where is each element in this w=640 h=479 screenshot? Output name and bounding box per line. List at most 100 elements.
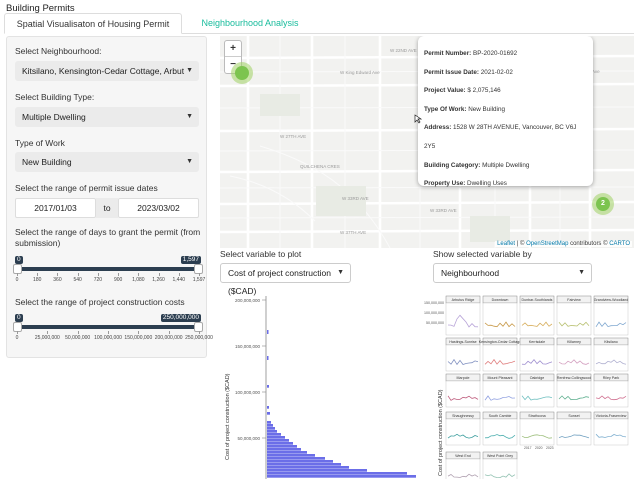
days-slider-track [17,267,199,271]
popup-row: Property Use: Dwelling Uses [424,180,507,188]
facet-title: Fairview [567,298,581,302]
y-tick-label: 100,000,000 [424,311,444,315]
y-tick-label: 50,000,000 [426,321,444,325]
facet-title: Shaughnessy [452,414,474,418]
cost-max-badge: 250,000,000 [160,314,201,322]
facet-title: Killarney [567,340,581,344]
y-tick-label: 100,000,000 [235,390,261,395]
slider-tick-label: 720 [93,277,103,283]
facet-title: Strathcona [528,414,545,418]
cost-min-badge: 0 [15,314,23,322]
building-type-label: Select Building Type: [15,92,95,102]
facet-title: Renfrew-Collingwood [557,376,591,380]
facet-panel [556,302,592,336]
facet-panel [556,344,592,372]
facet-title: Mount Pleasant [488,376,513,380]
cluster-marker[interactable]: 2 [592,193,614,215]
carto-link[interactable]: CARTO [609,241,630,247]
variable-label: Select variable to plot [220,249,302,259]
cost-range-label: Select the range of project construction… [15,297,185,307]
slider-tick-label: 900 [113,277,123,283]
slider-tick-label: 0 [15,335,19,341]
histogram-bar [267,448,301,451]
facet-title: West End [455,454,471,458]
histogram-bar [267,451,307,454]
facet-panel [593,380,629,408]
cursor-icon [414,114,422,124]
y-tick-label: 150,000,000 [424,301,444,305]
tab-neighbourhood-analysis[interactable]: Neighbourhood Analysis [190,13,310,34]
histogram-bar [267,466,349,469]
slider-tick-label: 1,440 [172,277,186,283]
histogram-bar [267,469,367,472]
slider-tick-label: 25,000,000 [34,335,60,341]
facet-title: Dunbar-Southlands [522,298,553,302]
osm-link[interactable]: OpenStreetMap [526,241,568,247]
slider-tick [17,273,18,276]
slider-tick-label: 540 [73,277,82,283]
slider-tick-label: 250,000,000 [185,335,213,341]
date-separator: to [96,198,118,218]
facet-panel [445,344,481,372]
leaflet-link[interactable]: Leaflet [497,241,515,247]
neighbourhood-select[interactable]: Kitsilano, Kensington-Cedar Cottage, Arb… [15,61,199,81]
facet-title: Oakridge [530,376,545,380]
y-axis-label: Cost of project construction ($CAD) [225,373,231,460]
popup-row: Permit Number: BP-2020-01692 [424,50,518,57]
facet-title: Arbutus Ridge [452,298,475,302]
histogram-bar [267,457,325,460]
slider-tick [57,273,59,276]
facet-title: Downtown [492,298,509,302]
x-tick-label: 2023 [546,446,554,450]
slider-tick-label: 180 [33,277,42,283]
group-by-label: Show selected variable by [433,249,532,259]
date-end-input[interactable]: 2023/03/02 [118,198,199,218]
variable-select[interactable]: Cost of project construction ($CAD) ▼ [220,263,351,296]
zoom-in-button[interactable]: + [225,41,241,57]
building-type-value: Multiple Dwelling [22,112,86,122]
facet-title: Kerrisdale [529,340,545,344]
facet-panel [593,302,629,336]
slider-tick [77,331,79,334]
slider-tick-label: 100,000,000 [94,335,122,341]
sidebar-panel: Select Neighbourhood: Kitsilano, Kensing… [6,36,213,358]
group-by-select[interactable]: Neighbourhood ▼ [433,263,592,283]
facet-panel [519,380,555,408]
building-type-select[interactable]: Multiple Dwelling ▼ [15,107,199,127]
slider-tick-label: 1,080 [132,277,145,283]
histogram-bar [267,406,269,409]
permit-map[interactable]: W 22ND AVE W King Edward Ave W King Edwa… [220,36,634,248]
street-label: W 33RD AVE [342,196,369,201]
facet-title: Marpole [457,376,470,380]
x-tick-label: 2020 [535,446,543,450]
work-type-select[interactable]: New Building ▼ [15,152,199,172]
facet-title: Victoria-Fraserview [596,414,627,418]
histogram-bar [267,356,269,360]
histogram-bar [267,460,333,463]
histogram-bar [267,445,297,448]
facet-panel [593,418,629,446]
facet-panel [445,418,481,446]
histogram-bar [267,427,275,430]
caret-down-icon: ▼ [186,113,193,120]
histogram-bar [267,330,269,334]
cluster-count: 2 [596,197,610,211]
y-tick-label: 150,000,000 [235,344,261,349]
slider-tick [108,331,109,334]
caret-down-icon: ▼ [186,67,193,74]
tab-spatial-visualisation[interactable]: Spatial Visualisaton of Housing Permit [4,13,182,34]
date-start-input[interactable]: 2017/01/03 [15,198,96,218]
histogram-bar [267,433,281,436]
days-range-slider[interactable]: 0 1,597 0 180 360 540 720 900 1,080 1,260 1,440 1… [13,256,205,286]
slider-tick-label: 1,260 [152,277,165,283]
facet-panel [482,344,518,372]
group-by-value: Neighbourhood [441,268,500,278]
histogram-bar [267,472,407,475]
cluster-marker[interactable] [231,62,253,84]
days-max-badge: 1,597 [180,256,201,264]
histogram-bar [267,475,416,478]
popup-row: Building Category: Multiple Dwelling [424,161,530,169]
facet-title: Grandview-Woodland [594,298,629,302]
x-tick-label: 2017 [524,446,532,450]
cost-range-slider[interactable]: 0 250,000,000 0 25,000,000 50,000,000 100,0… [13,314,213,344]
